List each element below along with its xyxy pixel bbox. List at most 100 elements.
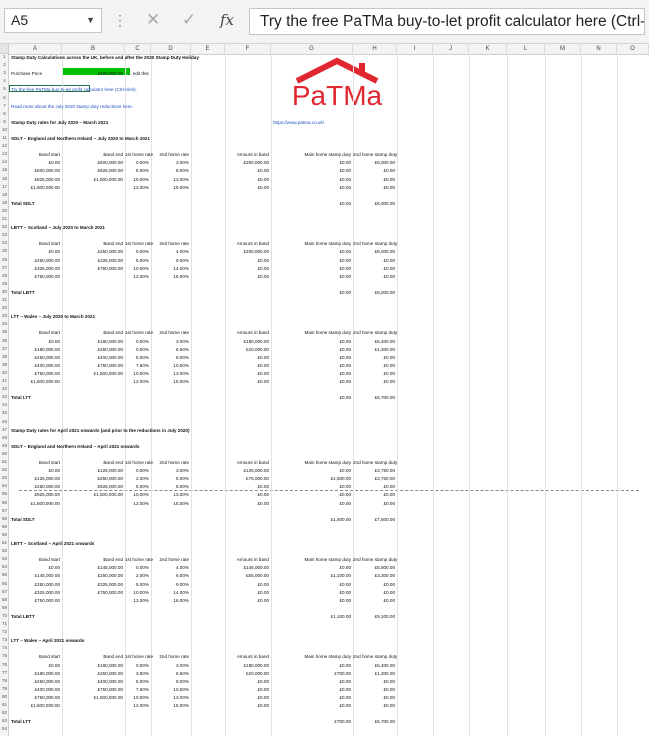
sheet-cell-h58[interactable]: £7,500.00 (353, 517, 395, 523)
sheet-cell-h28[interactable]: £0.00 (353, 274, 396, 280)
sheet-cell-b64[interactable]: £145,000.00 (62, 565, 123, 571)
sheet-cell-d14[interactable]: 3.00% (151, 160, 189, 166)
row-header[interactable]: 66 (0, 581, 9, 586)
row-header[interactable]: 63 (0, 556, 9, 561)
sheet-cell-c17[interactable]: 12.00% (125, 185, 149, 191)
sheet-cell-a40[interactable]: £750,000.00 (9, 371, 60, 377)
row-header[interactable]: 73 (0, 637, 9, 642)
sheet-cell-h17[interactable]: £0.00 (353, 185, 396, 191)
sheet-cell-a70[interactable]: Total LBTT (11, 614, 35, 620)
row-header[interactable]: 41 (0, 378, 9, 383)
sheet-cell-c27[interactable]: 10.00% (125, 266, 149, 272)
row-header[interactable]: 2 (0, 62, 9, 67)
row-header[interactable]: 54 (0, 483, 9, 488)
sheet-cell-b27[interactable]: £750,000.00 (62, 266, 123, 272)
column-header-f[interactable]: F (225, 44, 271, 54)
row-header[interactable]: 24 (0, 240, 9, 245)
sheet-cell-f76[interactable]: £180,000.00 (225, 663, 269, 669)
sheet-cell-c13[interactable]: 1st home rate (125, 152, 153, 158)
sheet-cell-h13[interactable]: 2nd home stamp duty (353, 152, 397, 158)
sheet-cell-d37[interactable]: 6.50% (151, 347, 189, 353)
column-header-c[interactable]: C (125, 44, 151, 54)
row-header[interactable]: 62 (0, 548, 9, 553)
sheet-cell-d64[interactable]: 4.00% (151, 565, 189, 571)
sheet-cell-c55[interactable]: 10.00% (125, 492, 149, 498)
sheet-cell-a3[interactable]: Purchase Price (11, 71, 42, 77)
sheet-cell-f15[interactable]: £0.00 (225, 168, 270, 174)
sheet-cell-h41[interactable]: £0.00 (353, 379, 396, 385)
sheet-cell-a33[interactable]: LTT – Wales – July 2020 to March 2021 (11, 314, 95, 320)
sheet-cell-g24[interactable]: Main home stamp duty (271, 241, 351, 247)
sheet-cell-c68[interactable]: 12.00% (125, 598, 149, 604)
sheet-cell-b54[interactable]: £925,000.00 (62, 484, 123, 490)
sheet-cell-a76[interactable]: £0.00 (9, 663, 61, 669)
sheet-cell-a47[interactable]: Stamp Duty rates for April 2021 onwards … (11, 428, 190, 434)
sheet-cell-b37[interactable]: £250,000.00 (62, 347, 123, 353)
sheet-cell-a9[interactable]: Stamp Duty rates for July 2020 – March 2… (11, 120, 108, 126)
sheet-cell-d68[interactable]: 16.00% (151, 598, 189, 604)
sheet-cell-h70[interactable]: £9,100.00 (353, 614, 395, 620)
sheet-cell-a73[interactable]: LTT – Wales – April 2021 onwards (11, 638, 84, 644)
sheet-cell-a1[interactable]: Stamp Duty Calculations across the UK, b… (11, 55, 199, 61)
row-header[interactable]: 9 (0, 119, 9, 124)
sheet-cell-g35[interactable]: Main home stamp duty (271, 330, 351, 336)
sheet-cell-h55[interactable]: £0.00 (353, 492, 396, 498)
sheet-cell-h36[interactable]: £5,400.00 (353, 339, 395, 345)
row-header[interactable]: 35 (0, 329, 9, 334)
sheet-cell-d27[interactable]: 14.00% (151, 266, 189, 272)
sheet-cell-b39[interactable]: £750,000.00 (62, 363, 123, 369)
row-header[interactable]: 76 (0, 662, 9, 667)
sheet-cell-h80[interactable]: £0.00 (353, 695, 396, 701)
sheet-cell-c64[interactable]: 0.00% (125, 565, 149, 571)
column-header-l[interactable]: L (507, 44, 545, 54)
sheet-cell-b24[interactable]: Band end (62, 241, 123, 247)
row-header[interactable]: 69 (0, 605, 9, 610)
row-header[interactable]: 55 (0, 491, 9, 496)
sheet-cell-f79[interactable]: £0.00 (225, 687, 270, 693)
row-header[interactable]: 58 (0, 516, 9, 521)
row-header[interactable]: 72 (0, 629, 9, 634)
sheet-cell-a28[interactable]: £750,000.00 (9, 274, 60, 280)
sheet-cell-b14[interactable]: £500,000.00 (62, 160, 123, 166)
row-header[interactable]: 80 (0, 694, 9, 699)
row-header[interactable]: 28 (0, 273, 9, 278)
row-header[interactable]: 61 (0, 540, 9, 545)
sheet-cell-f35[interactable]: Amount in band (225, 330, 269, 336)
row-header[interactable]: 16 (0, 176, 9, 181)
column-header-j[interactable]: J (433, 44, 469, 54)
sheet-cell-g66[interactable]: £0.00 (271, 582, 352, 588)
sheet-cell-a56[interactable]: £1,500,000.00 (9, 501, 60, 507)
sheet-cell-d24[interactable]: 2nd home rate (151, 241, 189, 247)
sheet-cell-g37[interactable]: £0.00 (271, 347, 352, 353)
sheet-cell-c75[interactable]: 1st home rate (125, 654, 153, 660)
enter-icon[interactable]: ✓ (182, 10, 196, 30)
sheet-cell-h24[interactable]: 2nd home stamp duty (353, 241, 397, 247)
sheet-cell-h76[interactable]: £5,400.00 (353, 663, 395, 669)
sheet-cell-h40[interactable]: £0.00 (353, 371, 396, 377)
sheet-cell-c15[interactable]: 5.00% (125, 168, 149, 174)
row-header[interactable]: 75 (0, 653, 9, 658)
sheet-cell-g53[interactable]: £1,500.00 (271, 476, 351, 482)
sheet-cell-f78[interactable]: £0.00 (225, 679, 270, 685)
sheet-cell-h53[interactable]: £3,750.00 (353, 476, 395, 482)
row-header[interactable]: 18 (0, 192, 9, 197)
sheet-cell-a38[interactable]: £250,000.00 (9, 355, 60, 361)
sheet-cell-b25[interactable]: £250,000.00 (62, 249, 123, 255)
sheet-cell-a79[interactable]: £400,000.00 (9, 687, 60, 693)
sheet-cell-g9[interactable]: https://www.patma.co.uk/ (273, 120, 324, 126)
sheet-cell-c52[interactable]: 0.00% (125, 468, 149, 474)
sheet-cell-g65[interactable]: £1,100.00 (271, 573, 351, 579)
row-header[interactable]: 36 (0, 338, 9, 343)
sheet-cell-g41[interactable]: £0.00 (271, 379, 352, 385)
sheet-cell-d79[interactable]: 10.50% (151, 687, 189, 693)
sheet-cell-a14[interactable]: £0.00 (9, 160, 61, 166)
row-header[interactable]: 21 (0, 216, 9, 221)
chevron-down-icon[interactable]: ▼ (86, 9, 95, 32)
row-header[interactable]: 30 (0, 289, 9, 294)
sheet-cell-h67[interactable]: £0.00 (353, 590, 396, 596)
sheet-cell-c54[interactable]: 5.00% (125, 484, 149, 490)
sheet-cell-h77[interactable]: £1,300.00 (353, 671, 395, 677)
select-all-corner[interactable] (0, 44, 9, 54)
row-header[interactable]: 57 (0, 508, 9, 513)
sheet-cell-a81[interactable]: £1,500,000.00 (9, 703, 60, 709)
